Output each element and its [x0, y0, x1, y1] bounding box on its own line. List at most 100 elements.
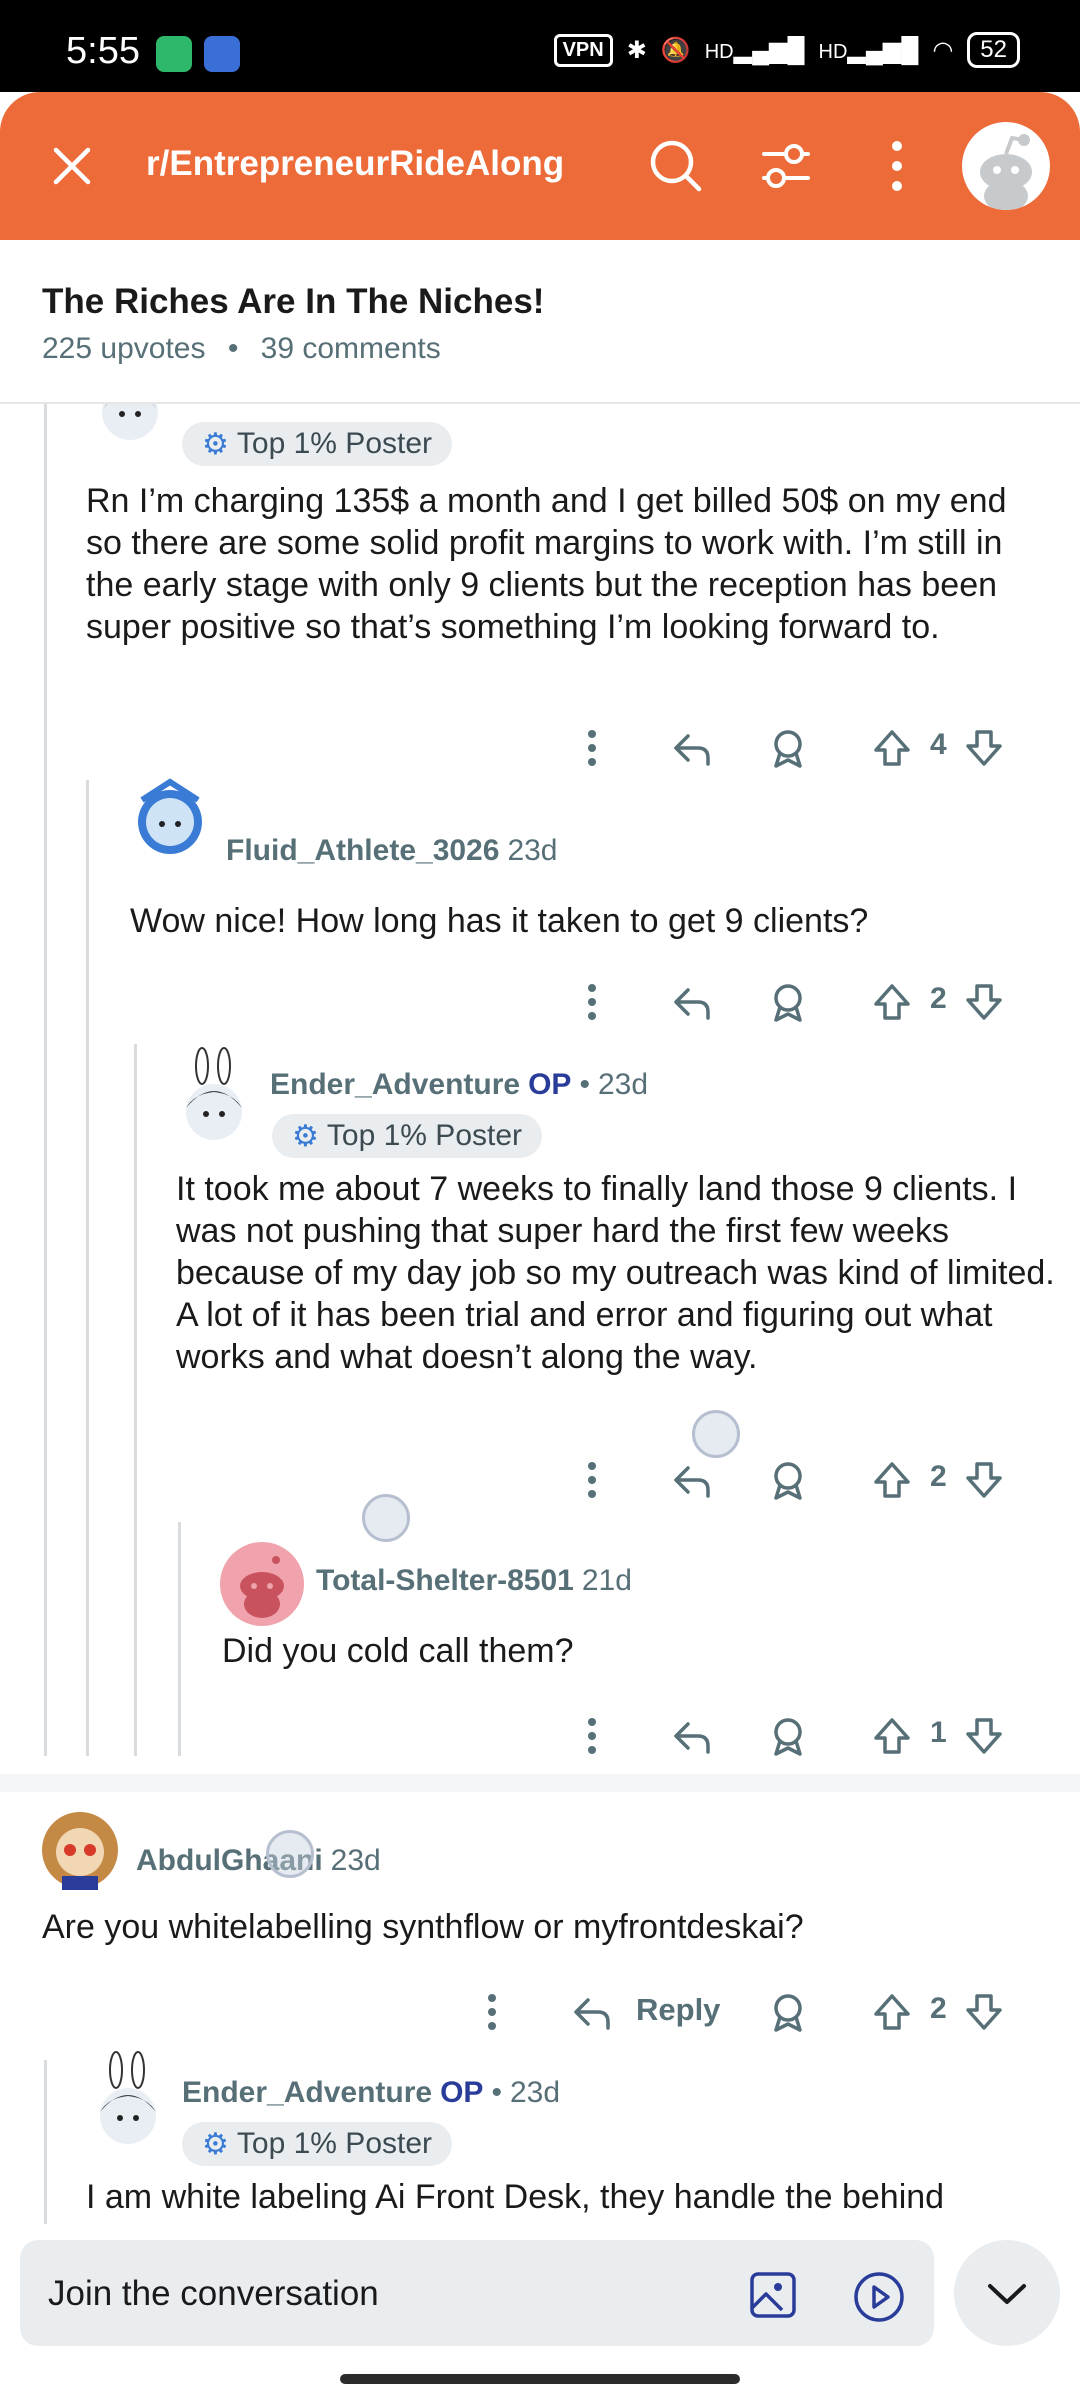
vote-count: 4	[930, 728, 947, 761]
avatar[interactable]	[122, 770, 218, 866]
composer-bar: Join the conversation	[0, 2224, 1080, 2400]
upvote-icon[interactable]	[870, 1458, 914, 1502]
vote-count: 2	[930, 1460, 947, 1493]
comment-body: It took me about 7 weeks to finally land…	[176, 1170, 1055, 1376]
upvote-count: 225 upvotes	[42, 332, 206, 365]
avatar[interactable]	[86, 2050, 170, 2150]
post-summary[interactable]: The Riches Are In The Niches! 225 upvote…	[0, 240, 1080, 404]
thread-line	[178, 1522, 181, 1756]
award-icon[interactable]	[766, 726, 810, 770]
flair-icon: ⚙	[292, 1119, 319, 1153]
battery-icon: 52	[967, 32, 1020, 68]
thread-line	[44, 404, 47, 1756]
comment-actions: 4	[560, 716, 1020, 776]
comment-input-placeholder: Join the conversation	[48, 2274, 379, 2313]
touch-indicator	[266, 1830, 314, 1878]
app-header: r/EntrepreneurRideAlong	[0, 92, 1080, 240]
comment-age: 23d	[509, 2076, 561, 2109]
thread-separator	[0, 1774, 1080, 1792]
award-icon[interactable]	[766, 980, 810, 1024]
op-tag: OP	[528, 1068, 572, 1101]
subreddit-name[interactable]: r/EntrepreneurRideAlong	[146, 144, 564, 184]
reply-icon[interactable]	[670, 726, 714, 770]
bluetooth-icon: ✱	[626, 36, 647, 64]
comment-body: Wow nice! How long has it taken to get 9…	[130, 902, 869, 940]
more-options-icon[interactable]	[570, 726, 614, 770]
meta-separator: •	[227, 332, 239, 365]
downvote-icon[interactable]	[962, 1990, 1006, 2034]
snoo-avatar-icon	[980, 134, 1032, 210]
more-options-icon[interactable]	[570, 1714, 614, 1758]
downvote-icon[interactable]	[962, 726, 1006, 770]
touch-indicator	[692, 1410, 740, 1458]
status-time: 5:55	[66, 30, 140, 72]
author-name[interactable]: Total-Shelter-8501	[316, 1564, 574, 1598]
image-attach-icon[interactable]	[748, 2270, 798, 2320]
flair-badge: ⚙ Top 1% Poster	[272, 1114, 543, 1158]
comment-age: 21d	[581, 1564, 632, 1597]
op-tag: OP	[440, 2076, 484, 2109]
comment-age: 23d	[597, 1068, 649, 1101]
more-options-icon[interactable]	[470, 1990, 514, 2034]
thread-line	[44, 2060, 47, 2224]
comment-input[interactable]: Join the conversation	[20, 2240, 934, 2346]
comment-actions: 2	[560, 970, 1020, 1030]
downvote-icon[interactable]	[962, 980, 1006, 1024]
collapse-button[interactable]	[954, 2240, 1060, 2346]
comment-actions: Reply 2	[460, 1980, 1020, 2040]
signal-icon: HD▂▄▆█	[818, 36, 919, 64]
author-name[interactable]: Fluid_Athlete_3026	[226, 834, 499, 868]
upvote-icon[interactable]	[870, 1714, 914, 1758]
thread-line	[86, 780, 89, 1756]
app-notification-icon	[156, 36, 192, 72]
more-options-icon[interactable]	[870, 134, 924, 198]
comment-body: Rn I’m charging 135$ a month and I get b…	[86, 482, 1007, 646]
home-indicator[interactable]	[340, 2374, 740, 2384]
sort-filter-icon[interactable]	[756, 138, 816, 194]
avatar[interactable]	[90, 404, 170, 448]
more-options-icon[interactable]	[570, 980, 614, 1024]
upvote-icon[interactable]	[870, 1990, 914, 2034]
award-icon[interactable]	[766, 1714, 810, 1758]
comment-author-line: AbdulGhaani 23d	[136, 1844, 381, 1878]
search-icon[interactable]	[646, 136, 706, 196]
comment-list[interactable]: ⚙ Top 1% Poster Rn I’m charging 135$ a m…	[0, 404, 1080, 2224]
comment-author-line: Ender_Adventure OP • 23d	[270, 1068, 648, 1102]
vpn-icon: VPN	[553, 33, 613, 67]
comment-body: I am white labeling Ai Front Desk, they …	[86, 2178, 945, 2216]
user-avatar[interactable]	[962, 122, 1050, 210]
post-title: The Riches Are In The Niches!	[42, 282, 545, 321]
signal-icon: HD▂▄▆█	[704, 36, 805, 64]
reply-button[interactable]: Reply	[636, 1992, 720, 2028]
upvote-icon[interactable]	[870, 726, 914, 770]
flair-icon: ⚙	[202, 2127, 229, 2161]
author-name[interactable]: Ender_Adventure	[182, 2076, 432, 2110]
comment-author-line: Fluid_Athlete_3026 23d	[226, 834, 558, 868]
status-bar: 5:55 VPN ✱ 🔕 HD▂▄▆█ HD▂▄▆█ ◠ 52	[0, 0, 1080, 92]
meta-separator: •	[491, 2076, 502, 2109]
author-name[interactable]: Ender_Adventure	[270, 1068, 520, 1102]
reply-icon[interactable]	[670, 980, 714, 1024]
reply-icon[interactable]	[670, 1458, 714, 1502]
vote-count: 2	[930, 1992, 947, 2025]
comment-age: 23d	[507, 834, 558, 867]
post-meta: 225 upvotes • 39 comments	[42, 332, 441, 366]
comment-body: Are you whitelabelling synthflow or myfr…	[42, 1908, 804, 1946]
award-icon[interactable]	[766, 1458, 810, 1502]
status-icons: VPN ✱ 🔕 HD▂▄▆█ HD▂▄▆█ ◠ 52	[553, 32, 1020, 68]
downvote-icon[interactable]	[962, 1714, 1006, 1758]
avatar[interactable]	[32, 1802, 128, 1898]
close-icon[interactable]	[44, 138, 100, 194]
avatar[interactable]	[172, 1046, 256, 1146]
comment-author-line: Total-Shelter-8501 21d	[316, 1564, 632, 1598]
video-attach-icon[interactable]	[852, 2270, 906, 2324]
comment-body: Did you cold call them?	[222, 1632, 574, 1670]
upvote-icon[interactable]	[870, 980, 914, 1024]
avatar[interactable]	[220, 1542, 304, 1626]
award-icon[interactable]	[766, 1990, 810, 2034]
more-options-icon[interactable]	[570, 1458, 614, 1502]
downvote-icon[interactable]	[962, 1458, 1006, 1502]
reply-icon[interactable]	[670, 1714, 714, 1758]
flair-icon: ⚙	[202, 427, 229, 461]
reply-icon[interactable]	[570, 1990, 614, 2034]
